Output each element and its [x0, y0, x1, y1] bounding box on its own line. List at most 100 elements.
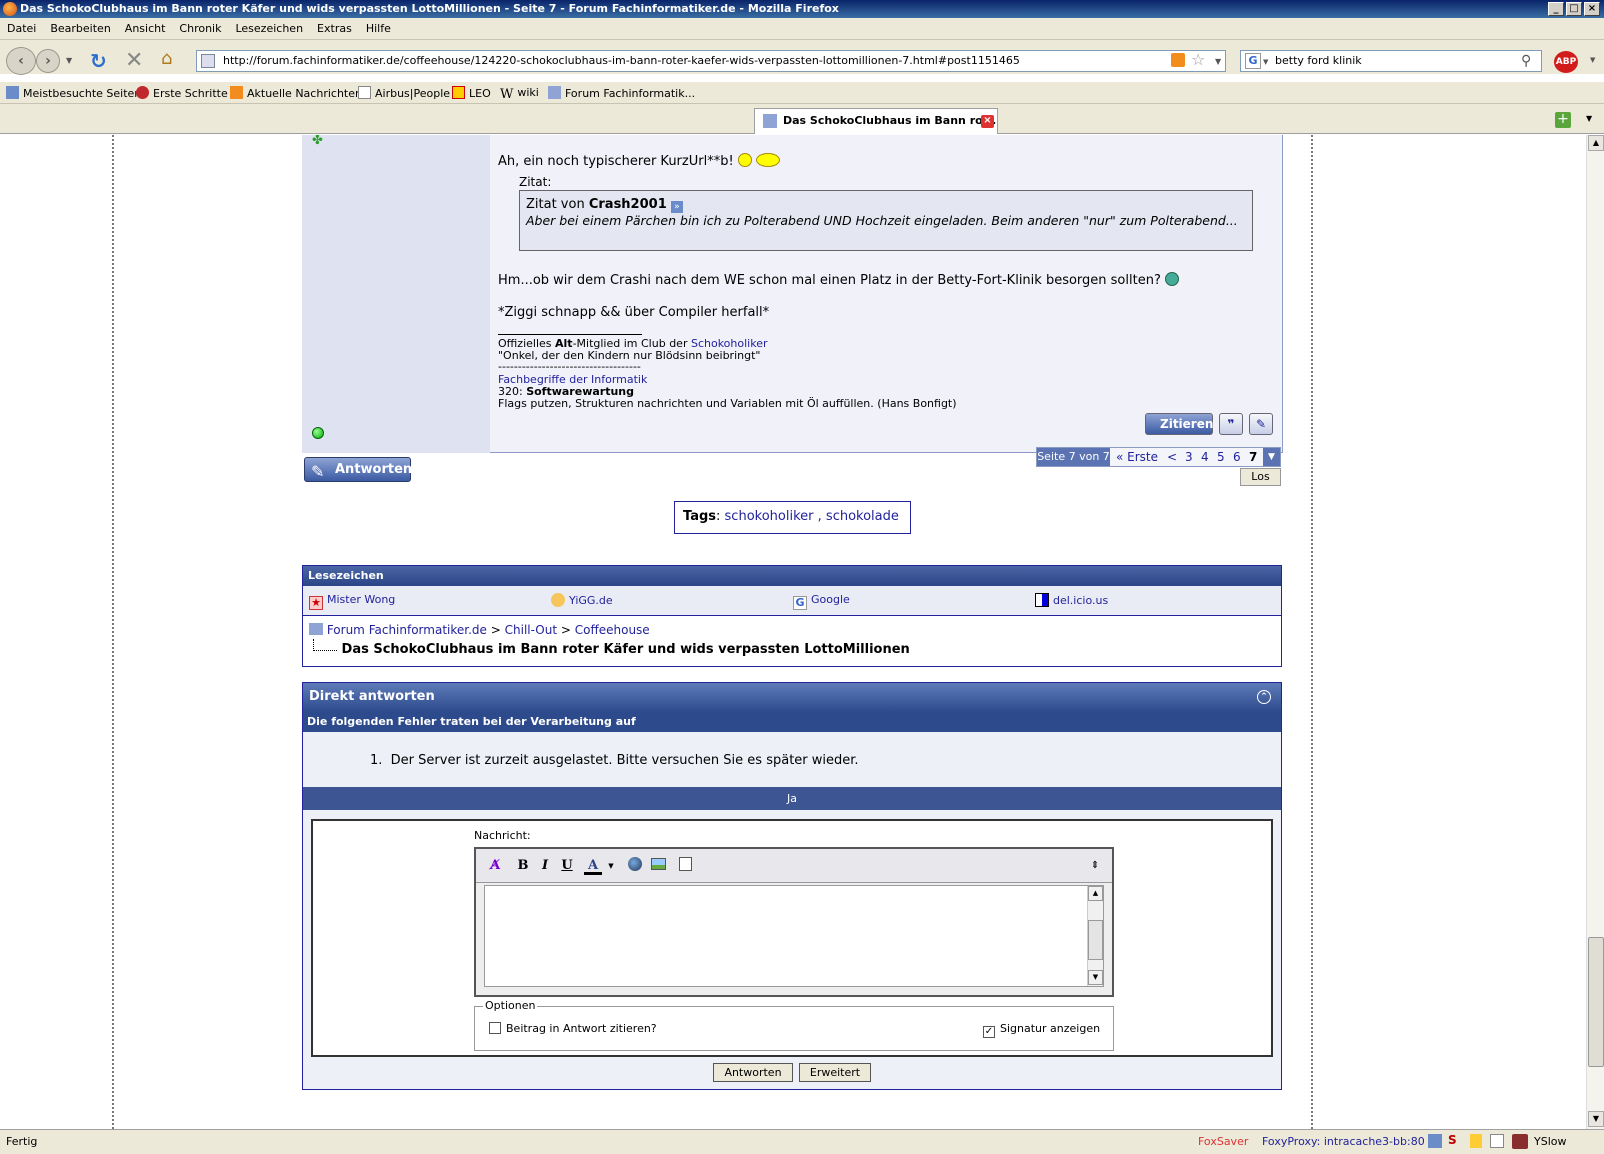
menu-lesezeichen[interactable]: Lesezeichen [228, 18, 310, 35]
quote-post-button[interactable]: Zitieren [1145, 413, 1213, 435]
italic-icon[interactable]: I [536, 857, 554, 875]
bookmark-aktuelle-nachrichten[interactable]: Aktuelle Nachrichten [230, 86, 362, 100]
foxsaver-status[interactable]: FoxSaver [1198, 1135, 1248, 1148]
reload-icon[interactable]: ↻ [90, 49, 107, 73]
bookmark-leo[interactable]: LEO [452, 86, 491, 100]
page-jump-dropdown-icon[interactable]: ▼ [1263, 448, 1280, 466]
search-engine-dropdown-icon[interactable]: ▼ [1263, 52, 1268, 72]
tag-schokolade[interactable]: schokolade [826, 509, 899, 524]
yslow-status[interactable]: YSlow [1534, 1135, 1566, 1148]
scroll-up-icon[interactable]: ▲ [1588, 135, 1604, 151]
forward-icon[interactable]: › [36, 49, 60, 73]
option-show-signature[interactable]: ✓ Signatur anzeigen [983, 1022, 1100, 1038]
breadcrumb-coffeehouse[interactable]: Coffeehouse [575, 623, 650, 637]
collapse-icon[interactable]: ⌃ [1257, 690, 1271, 704]
menu-hilfe[interactable]: Hilfe [359, 18, 398, 35]
menu-datei[interactable]: Datei [0, 18, 43, 35]
scroll-down-icon[interactable]: ▼ [1588, 1111, 1604, 1127]
bold-icon[interactable]: B [514, 857, 532, 875]
advanced-reply-button[interactable]: Erweitert [799, 1063, 871, 1082]
remove-format-icon[interactable]: A̸ [486, 857, 504, 875]
breadcrumb-chill-out[interactable]: Chill-Out [505, 623, 557, 637]
adblock-plus-icon[interactable]: ABP [1554, 51, 1578, 73]
insert-image-icon[interactable] [649, 857, 667, 875]
font-color-dropdown-icon[interactable]: ▼ [602, 857, 620, 875]
underline-icon[interactable]: U [558, 857, 576, 875]
page-link-3[interactable]: 3 [1185, 450, 1193, 464]
bookmark-airbus-people[interactable]: Airbus|People [358, 86, 450, 100]
bookmarks-toolbar: Meistbesuchte Seiten Erste Schritte Aktu… [0, 82, 1604, 104]
foxyproxy-status[interactable]: FoxyProxy: intracache3-bb:80 [1262, 1135, 1425, 1148]
history-dropdown-icon[interactable]: ▼ [66, 56, 72, 65]
page-prev-link[interactable]: < [1167, 450, 1177, 464]
toolbar-overflow-icon[interactable]: ▼ [1590, 56, 1595, 64]
textarea-scroll-thumb[interactable] [1088, 920, 1103, 960]
view-post-icon[interactable]: » [670, 201, 683, 213]
new-tab-icon[interactable]: + [1555, 112, 1571, 128]
minimize-button[interactable]: _ [1548, 2, 1564, 16]
signature-checkbox[interactable]: ✓ [983, 1026, 995, 1038]
send-icon[interactable] [1428, 1134, 1442, 1148]
url-dropdown-icon[interactable]: ▼ [1215, 52, 1221, 71]
scroll-thumb[interactable] [1588, 937, 1604, 1067]
maximize-button[interactable]: □ [1566, 2, 1582, 16]
menu-bar: Datei Bearbeiten Ansicht Chronik Lesezeichen… [0, 18, 1604, 40]
stumbleupon-icon[interactable]: S [1448, 1133, 1457, 1147]
page-scrollbar[interactable]: ▲ ▼ [1586, 135, 1604, 1129]
menu-extras[interactable]: Extras [310, 18, 359, 35]
page-link-5[interactable]: 5 [1217, 450, 1225, 464]
message-textarea[interactable]: ▲ ▼ [484, 885, 1104, 987]
forum-home-icon [309, 623, 323, 635]
social-google[interactable]: G Google [793, 593, 850, 610]
social-delicious[interactable]: del.icio.us [1035, 593, 1108, 607]
quote-post-checkbox[interactable] [489, 1022, 501, 1034]
search-bar[interactable]: G ▼ betty ford klinik ⚲ [1240, 50, 1542, 72]
menu-ansicht[interactable]: Ansicht [118, 18, 173, 35]
font-color-icon[interactable]: A [584, 857, 602, 875]
stop-icon[interactable]: ✕ [125, 48, 143, 73]
home-icon[interactable]: ⌂ [161, 48, 172, 69]
tab-active[interactable]: Das SchokoClubhaus im Bann rot... × [754, 108, 998, 134]
insert-quote-icon[interactable] [676, 857, 694, 875]
multi-quote-icon[interactable]: ❞ [1219, 413, 1243, 435]
bookmark-erste-schritte[interactable]: Erste Schritte [136, 86, 228, 100]
tab-list-icon[interactable]: ▼ [1586, 114, 1592, 123]
bookmark-star-icon[interactable]: ☆ [1191, 51, 1205, 70]
back-icon[interactable]: ‹ [6, 47, 36, 75]
google-engine-icon[interactable]: G [1245, 53, 1261, 69]
bookmark-forum-fachinformatik[interactable]: Forum Fachinformatik... [548, 86, 695, 100]
quick-reply-icon[interactable]: ✎ [1249, 413, 1273, 435]
page-first-link[interactable]: « Erste [1116, 450, 1158, 464]
yslow-icon[interactable] [1512, 1134, 1528, 1149]
social-mister-wong[interactable]: ★ Mister Wong [309, 593, 395, 610]
page-link-6[interactable]: 6 [1233, 450, 1241, 464]
tab-close-icon[interactable]: × [981, 115, 994, 128]
page-link-4[interactable]: 4 [1201, 450, 1209, 464]
site-identity-icon[interactable] [201, 54, 215, 68]
textarea-scrollbar[interactable]: ▲ ▼ [1087, 886, 1103, 986]
editor-toolbar: A̸ B I U A ▼ ⇕ [476, 849, 1112, 883]
go-button[interactable]: Los [1240, 468, 1281, 486]
rss-feed-icon[interactable] [1171, 53, 1185, 67]
reply-button[interactable]: ✎ Antworten [304, 457, 412, 482]
textarea-scroll-down-icon[interactable]: ▼ [1088, 970, 1103, 985]
confirm-row[interactable]: Ja [303, 787, 1281, 810]
menu-bearbeiten[interactable]: Bearbeiten [43, 18, 117, 35]
submit-reply-button[interactable]: Antworten [713, 1063, 793, 1082]
close-window-button[interactable]: × [1584, 2, 1600, 16]
breadcrumb-forum[interactable]: Forum Fachinformatiker.de [327, 623, 487, 637]
bookmark-meistbesuchte[interactable]: Meistbesuchte Seiten [6, 86, 141, 100]
textarea-scroll-up-icon[interactable]: ▲ [1088, 886, 1103, 901]
bookmark-wiki[interactable]: Wwiki [500, 86, 539, 102]
url-bar[interactable]: http://forum.fachinformatiker.de/coffeeh… [196, 50, 1226, 72]
search-magnifier-icon[interactable]: ⚲ [1521, 51, 1531, 71]
insert-link-icon[interactable] [626, 857, 644, 875]
tag-schokoholiker[interactable]: schokoholiker [725, 509, 814, 524]
pagerank-icon[interactable] [1470, 1134, 1482, 1148]
page-info-icon[interactable] [1490, 1134, 1504, 1148]
menu-chronik[interactable]: Chronik [172, 18, 228, 35]
window-title: Das SchokoClubhaus im Bann roter Käfer u… [20, 2, 839, 15]
resize-editor-icon[interactable]: ⇕ [1086, 857, 1104, 875]
social-yigg[interactable]: YiGG.de [551, 593, 613, 607]
option-quote-post[interactable]: Beitrag in Antwort zitieren? [489, 1022, 657, 1035]
